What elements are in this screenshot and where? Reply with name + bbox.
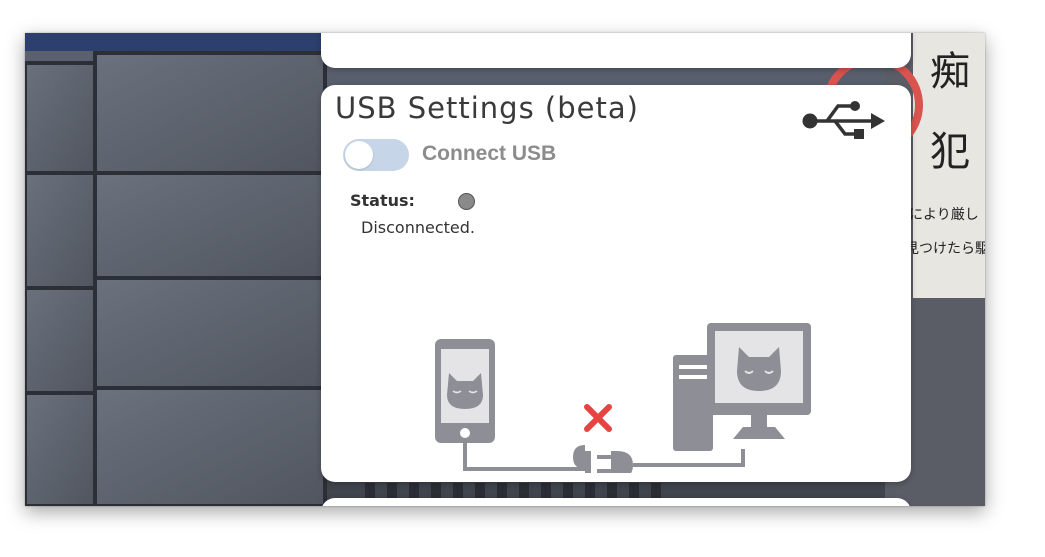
status-label: Status:: [350, 191, 415, 210]
disconnected-x-icon: [584, 404, 612, 432]
sign-char-1: 痴: [930, 49, 970, 95]
usb-disconnected-illustration: [435, 323, 811, 473]
sign-char-2: 犯: [930, 129, 970, 175]
connect-usb-label: Connect USB: [422, 142, 557, 165]
sign-line-1: により厳し: [909, 207, 979, 223]
next-settings-card: [321, 498, 911, 506]
card-title: USB Settings (beta): [335, 91, 639, 125]
status-indicator-dot: [458, 193, 475, 210]
status-value: Disconnected.: [361, 218, 475, 237]
usb-icon: [802, 101, 885, 139]
previous-settings-card: [321, 33, 911, 68]
phone-icon: [435, 339, 495, 443]
app-window: 痴 犯 により厳し 見つけたら駆 USB Settings (beta) Con…: [25, 33, 985, 506]
sign-line-2: 見つけたら駆: [905, 241, 985, 257]
computer-icon: [673, 323, 811, 451]
connect-usb-toggle[interactable]: [343, 139, 409, 171]
usb-settings-card: USB Settings (beta) Connect USB Status: …: [321, 85, 911, 482]
toggle-knob: [345, 141, 373, 169]
